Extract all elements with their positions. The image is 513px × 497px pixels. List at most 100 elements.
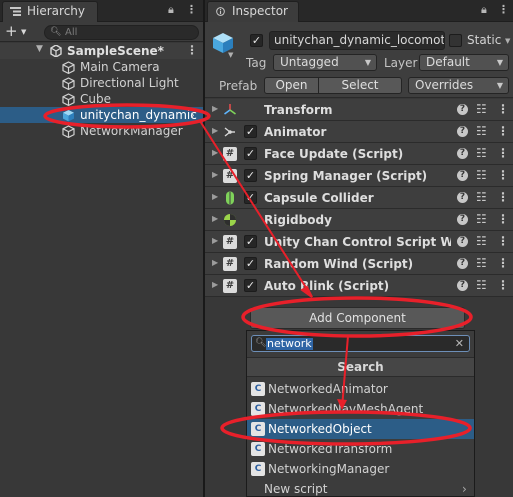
hierarchy-item-directional-light[interactable]: Directional Light — [0, 75, 203, 91]
scene-menu-icon[interactable]: ⋮ — [186, 43, 198, 58]
component-menu-icon[interactable]: ⋮ — [497, 165, 509, 185]
inspector-tab[interactable]: Inspector — [207, 1, 299, 22]
component-menu-icon[interactable]: ⋮ — [497, 121, 509, 141]
component-label: Unity Chan Control Script With R — [264, 235, 451, 249]
popup-item-new-script[interactable]: New script › — [247, 479, 474, 497]
layer-label: Layer — [384, 56, 418, 70]
foldout-arrow-icon[interactable]: ▶ — [212, 126, 218, 135]
component-menu-icon[interactable]: ⋮ — [497, 143, 509, 163]
help-icon[interactable]: ? — [457, 258, 468, 269]
overrides-label: Overrides — [415, 78, 474, 92]
hierarchy-item-unitychan[interactable]: unitychan_dynamic › — [0, 107, 203, 123]
popup-item-networked-object[interactable]: C NetworkedObject — [247, 419, 474, 439]
help-icon[interactable]: ? — [457, 170, 468, 181]
preset-icon[interactable]: ☷ — [476, 233, 487, 249]
component-spring-manager[interactable]: ▶ # ✓ Spring Manager (Script) ? ☷ ⋮ — [205, 165, 513, 187]
foldout-arrow-icon[interactable]: ▶ — [212, 280, 218, 289]
script-icon: # — [223, 235, 237, 249]
component-enabled-checkbox[interactable]: ✓ — [244, 279, 257, 292]
component-menu-icon[interactable]: ⋮ — [497, 209, 509, 229]
prefab-select-button[interactable]: Select — [318, 77, 402, 94]
hierarchy-item-label: Directional Light — [80, 76, 179, 90]
foldout-arrow-icon[interactable]: ▶ — [212, 170, 218, 179]
help-icon[interactable]: ? — [457, 104, 468, 115]
prefab-open-button[interactable]: Open — [264, 77, 319, 94]
popup-item-networked-animator[interactable]: C NetworkedAnimator — [247, 379, 474, 399]
preset-icon[interactable]: ☷ — [476, 189, 487, 205]
component-auto-blink[interactable]: ▶ # ✓ Auto Blink (Script) ? ☷ ⋮ — [205, 275, 513, 297]
create-button[interactable]: + ▼ — [5, 23, 35, 40]
help-icon[interactable]: ? — [457, 126, 468, 137]
hierarchy-item-cube[interactable]: Cube — [0, 91, 203, 107]
popup-item-networked-navmesh-agent[interactable]: C NetworkedNavMeshAgent — [247, 399, 474, 419]
preset-icon[interactable]: ☷ — [476, 211, 487, 227]
layer-dropdown[interactable]: Default ▼ — [419, 54, 509, 71]
component-menu-icon[interactable]: ⋮ — [497, 187, 509, 207]
component-rigidbody[interactable]: ▶ Rigidbody ? ☷ ⋮ — [205, 209, 513, 231]
preset-icon[interactable]: ☷ — [476, 167, 487, 183]
expand-arrow-icon[interactable]: ▼ — [36, 44, 43, 54]
object-header: ▼ ✓ unitychan_dynamic_locomoti ✓ Static … — [205, 22, 513, 98]
foldout-arrow-icon[interactable]: ▶ — [212, 236, 218, 245]
hierarchy-item-main-camera[interactable]: Main Camera — [0, 59, 203, 75]
foldout-arrow-icon[interactable]: ▶ — [212, 148, 218, 157]
component-enabled-checkbox[interactable]: ✓ — [244, 169, 257, 182]
hierarchy-tab[interactable]: Hierarchy — [2, 1, 98, 22]
chevron-right-icon: › — [462, 482, 467, 496]
lock-icon[interactable]: 🔒︎ — [168, 4, 174, 16]
help-icon[interactable]: ? — [457, 192, 468, 203]
help-icon[interactable]: ? — [457, 148, 468, 159]
add-component-button[interactable]: Add Component — [250, 307, 465, 329]
chevron-right-icon[interactable]: › — [190, 107, 195, 123]
component-menu-icon[interactable]: ⋮ — [497, 231, 509, 251]
component-enabled-checkbox[interactable]: ✓ — [244, 125, 257, 138]
component-menu-icon[interactable]: ⋮ — [497, 99, 509, 119]
component-menu-icon[interactable]: ⋮ — [497, 253, 509, 273]
component-unity-chan-control[interactable]: ▶ # ✓ Unity Chan Control Script With R ?… — [205, 231, 513, 253]
animator-icon — [224, 127, 235, 137]
component-enabled-checkbox[interactable]: ✓ — [244, 257, 257, 270]
preset-icon[interactable]: ☷ — [476, 255, 487, 271]
popup-item-networking-manager[interactable]: C NetworkingManager — [247, 459, 474, 479]
active-checkbox[interactable]: ✓ — [250, 34, 263, 47]
foldout-arrow-icon[interactable]: ▶ — [212, 192, 218, 201]
object-name-field[interactable]: unitychan_dynamic_locomoti — [269, 31, 445, 50]
prefab-overrides-dropdown[interactable]: Overrides ▼ — [408, 77, 509, 94]
preset-icon[interactable]: ☷ — [476, 145, 487, 161]
component-face-update[interactable]: ▶ # ✓ Face Update (Script) ? ☷ ⋮ — [205, 143, 513, 165]
component-menu-icon[interactable]: ⋮ — [497, 275, 509, 295]
preset-icon[interactable]: ☷ — [476, 101, 487, 117]
preset-icon[interactable]: ☷ — [476, 123, 487, 139]
tab-menu-icon[interactable]: ⋮ — [498, 4, 509, 16]
hierarchy-item-label: unitychan_dynamic — [80, 108, 197, 122]
component-label: Animator — [264, 125, 327, 139]
popup-item-networked-transform[interactable]: C NetworkedTransform — [247, 439, 474, 459]
help-icon[interactable]: ? — [457, 280, 468, 291]
foldout-arrow-icon[interactable]: ▶ — [212, 258, 218, 267]
static-dropdown-arrow-icon[interactable]: ▼ — [505, 37, 510, 45]
component-transform[interactable]: ▶ Transform ? ☷ ⋮ — [205, 99, 513, 121]
scene-row[interactable]: ▼ SampleScene* ⋮ — [0, 43, 203, 59]
lock-icon[interactable]: 🔒︎ — [481, 4, 487, 16]
tag-dropdown[interactable]: Untagged ▼ — [273, 54, 377, 71]
static-checkbox[interactable]: ✓ — [449, 34, 462, 47]
hierarchy-item-networkmanager[interactable]: NetworkManager — [0, 123, 203, 139]
hierarchy-search-input[interactable]: 🔍︎ All — [44, 25, 199, 40]
component-enabled-checkbox[interactable]: ✓ — [244, 191, 257, 204]
component-search-input[interactable]: 🔍︎ network ✕ — [251, 335, 470, 352]
help-icon[interactable]: ? — [457, 214, 468, 225]
component-capsule-collider[interactable]: ▶ ✓ Capsule Collider ? ☷ ⋮ — [205, 187, 513, 209]
component-enabled-checkbox[interactable]: ✓ — [244, 147, 257, 160]
clear-icon[interactable]: ✕ — [455, 336, 464, 351]
help-icon[interactable]: ? — [457, 236, 468, 247]
component-random-wind[interactable]: ▶ # ✓ Random Wind (Script) ? ☷ ⋮ — [205, 253, 513, 275]
component-search-text: network — [266, 337, 313, 350]
hierarchy-tabstrip: Hierarchy 🔒︎ ⋮ — [0, 0, 203, 22]
component-enabled-checkbox[interactable]: ✓ — [244, 235, 257, 248]
preset-icon[interactable]: ☷ — [476, 277, 487, 293]
foldout-arrow-icon[interactable]: ▶ — [212, 214, 218, 223]
tab-menu-icon[interactable]: ⋮ — [186, 4, 197, 16]
component-animator[interactable]: ▶ ✓ Animator ? ☷ ⋮ — [205, 121, 513, 143]
foldout-arrow-icon[interactable]: ▶ — [212, 104, 218, 113]
dropdown-arrow-icon[interactable]: ▼ — [228, 51, 233, 59]
